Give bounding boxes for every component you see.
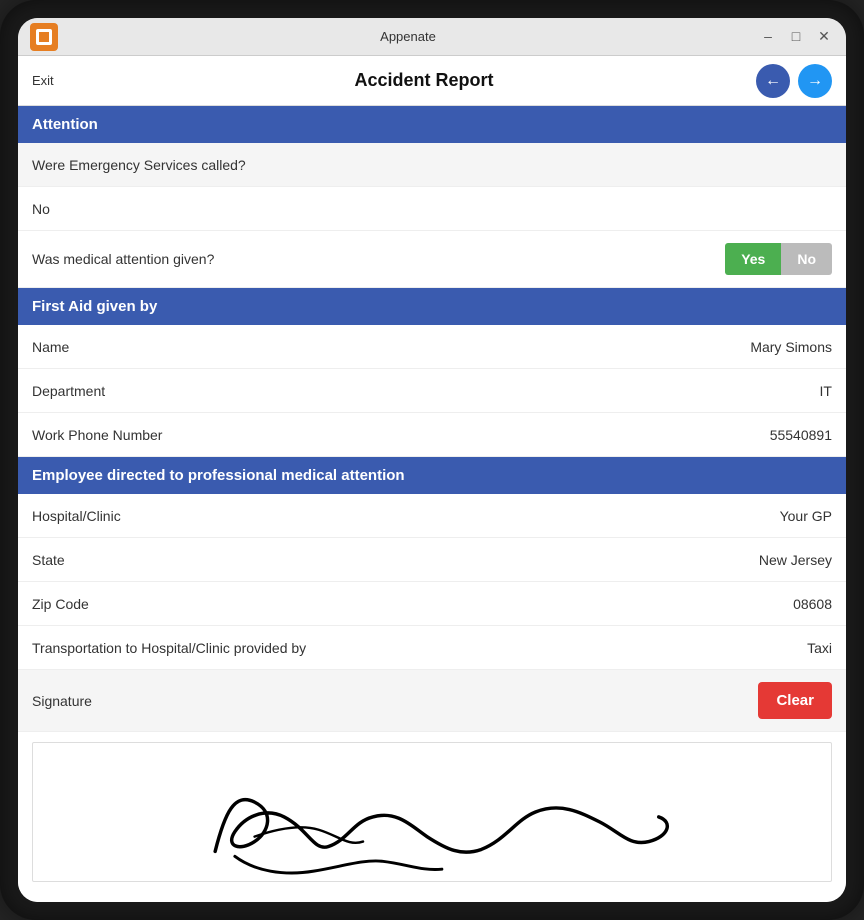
- zip-code-value: 08608: [793, 596, 832, 612]
- title-bar-app-name: Appenate: [380, 29, 436, 44]
- maximize-button[interactable]: □: [786, 28, 806, 45]
- content-area: Attention Were Emergency Services called…: [18, 106, 846, 902]
- form-row-medical-attention: Was medical attention given? Yes No: [18, 231, 846, 288]
- hospital-value: Your GP: [780, 508, 832, 524]
- emergency-services-value: No: [32, 201, 50, 217]
- logo-icon: [36, 29, 52, 45]
- medical-attention-label: Was medical attention given?: [32, 251, 725, 267]
- app-header: Exit Accident Report ← →: [18, 56, 846, 106]
- form-row-transportation: Transportation to Hospital/Clinic provid…: [18, 626, 846, 670]
- form-row-emergency-services: Were Emergency Services called?: [18, 143, 846, 187]
- work-phone-value: 55540891: [770, 427, 832, 443]
- transportation-value: Taxi: [807, 640, 832, 656]
- page-title: Accident Report: [92, 70, 756, 91]
- device-screen: Appenate – □ ✕ Exit Accident Report ← → …: [18, 18, 846, 902]
- hospital-label: Hospital/Clinic: [32, 508, 780, 524]
- prev-button[interactable]: ←: [756, 64, 790, 98]
- title-bar: Appenate – □ ✕: [18, 18, 846, 56]
- section-header-first-aid: First Aid given by: [18, 288, 846, 325]
- department-value: IT: [820, 383, 832, 399]
- form-row-work-phone: Work Phone Number 55540891: [18, 413, 846, 457]
- signature-row: Signature Clear: [18, 670, 846, 732]
- work-phone-label: Work Phone Number: [32, 427, 770, 443]
- transportation-label: Transportation to Hospital/Clinic provid…: [32, 640, 807, 656]
- department-label: Department: [32, 383, 820, 399]
- emergency-services-label: Were Emergency Services called?: [32, 157, 832, 173]
- form-row-emergency-value: No: [18, 187, 846, 231]
- window-controls: – □ ✕: [758, 28, 834, 45]
- clear-button[interactable]: Clear: [758, 682, 832, 719]
- name-value: Mary Simons: [750, 339, 832, 355]
- signature-label: Signature: [32, 693, 758, 709]
- minimize-button[interactable]: –: [758, 28, 778, 45]
- state-value: New Jersey: [759, 552, 832, 568]
- device-frame: Appenate – □ ✕ Exit Accident Report ← → …: [0, 0, 864, 920]
- form-row-hospital: Hospital/Clinic Your GP: [18, 494, 846, 538]
- form-row-department: Department IT: [18, 369, 846, 413]
- yes-no-toggle: Yes No: [725, 243, 832, 275]
- state-label: State: [32, 552, 759, 568]
- name-label: Name: [32, 339, 750, 355]
- form-row-zip-code: Zip Code 08608: [18, 582, 846, 626]
- zip-code-label: Zip Code: [32, 596, 793, 612]
- yes-button[interactable]: Yes: [725, 243, 781, 275]
- section-header-medical-direction: Employee directed to professional medica…: [18, 457, 846, 494]
- close-button[interactable]: ✕: [814, 28, 834, 45]
- section-header-attention: Attention: [18, 106, 846, 143]
- form-row-state: State New Jersey: [18, 538, 846, 582]
- signature-area[interactable]: [32, 742, 832, 882]
- no-button[interactable]: No: [781, 243, 832, 275]
- next-button[interactable]: →: [798, 64, 832, 98]
- navigation-controls: ← →: [756, 64, 832, 98]
- signature-svg: [33, 743, 831, 881]
- form-row-name: Name Mary Simons: [18, 325, 846, 369]
- exit-button[interactable]: Exit: [32, 73, 92, 88]
- app-logo: [30, 23, 58, 51]
